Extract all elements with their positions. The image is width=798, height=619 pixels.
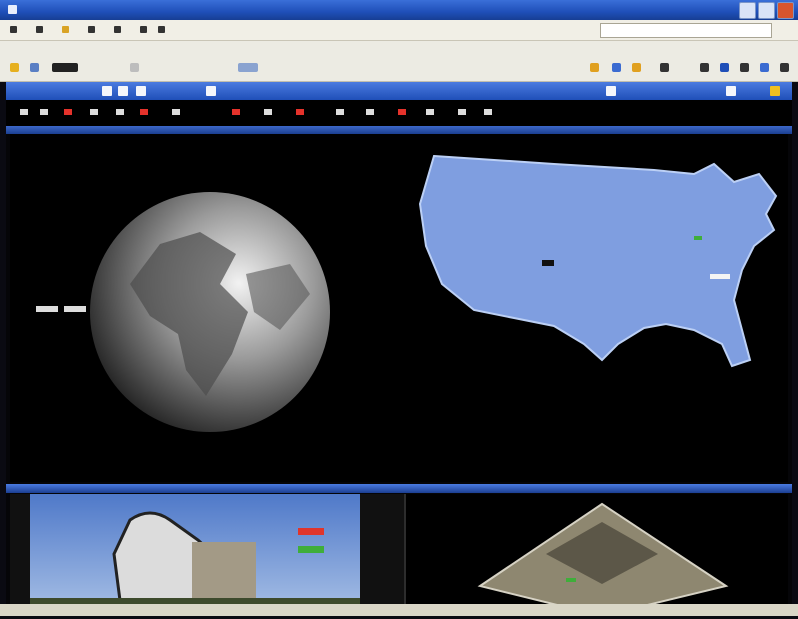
browser-toolbar bbox=[0, 41, 798, 82]
tool-icon[interactable] bbox=[398, 109, 406, 115]
favorites-icon[interactable] bbox=[238, 63, 258, 72]
terrain-panel[interactable] bbox=[406, 494, 788, 618]
app-window bbox=[6, 82, 792, 618]
app-header-bar bbox=[6, 82, 792, 100]
tool-icon[interactable] bbox=[40, 109, 48, 115]
menu-item[interactable] bbox=[62, 26, 69, 33]
toolbar-icon[interactable] bbox=[590, 63, 599, 72]
panel-divider-bar[interactable] bbox=[6, 484, 792, 493]
window-title-bar bbox=[0, 0, 798, 20]
address-bar[interactable] bbox=[600, 23, 772, 38]
terrain-marker[interactable] bbox=[566, 578, 576, 582]
tool-icon[interactable] bbox=[140, 109, 148, 115]
menu-item[interactable] bbox=[140, 26, 147, 33]
map-panel[interactable] bbox=[404, 134, 788, 482]
forward-icon[interactable] bbox=[30, 63, 39, 72]
tool-icon[interactable] bbox=[296, 109, 304, 115]
usa-landmass bbox=[418, 154, 778, 368]
header-button[interactable] bbox=[606, 86, 616, 96]
tool-icon[interactable] bbox=[116, 109, 124, 115]
usa-map-view[interactable] bbox=[404, 134, 788, 482]
legend-green-swatch bbox=[298, 546, 324, 553]
toolbar-icon[interactable] bbox=[700, 63, 709, 72]
menu-item[interactable] bbox=[36, 26, 43, 33]
toolbar-icon[interactable] bbox=[760, 63, 769, 72]
app-icon bbox=[8, 5, 17, 14]
globe-3d-view[interactable] bbox=[10, 134, 404, 482]
window-controls bbox=[739, 2, 794, 19]
header-button[interactable] bbox=[102, 86, 112, 96]
photo-panel[interactable] bbox=[10, 494, 406, 618]
menu-item[interactable] bbox=[158, 26, 165, 33]
3d-terrain-view[interactable] bbox=[406, 494, 788, 618]
minimize-button[interactable] bbox=[739, 2, 756, 19]
tool-icon[interactable] bbox=[20, 109, 28, 115]
header-button[interactable] bbox=[136, 86, 146, 96]
menu-item[interactable] bbox=[88, 26, 95, 33]
tool-icon[interactable] bbox=[426, 109, 434, 115]
home-icon[interactable] bbox=[130, 63, 139, 72]
tool-icon[interactable] bbox=[264, 109, 272, 115]
radar-dome-photo bbox=[30, 494, 360, 618]
header-button[interactable] bbox=[726, 86, 736, 96]
header-button[interactable] bbox=[118, 86, 128, 96]
status-bar bbox=[0, 604, 798, 616]
map-marker[interactable] bbox=[694, 236, 702, 240]
alert-icon[interactable] bbox=[770, 86, 780, 96]
toolbar-icon[interactable] bbox=[720, 63, 729, 72]
toolbar-icon[interactable] bbox=[740, 63, 749, 72]
toolbar-icon[interactable] bbox=[780, 63, 789, 72]
menu-bar bbox=[0, 20, 798, 41]
menu-item[interactable] bbox=[10, 26, 17, 33]
header-button[interactable] bbox=[206, 86, 216, 96]
map-marker[interactable] bbox=[542, 260, 554, 266]
map-marker[interactable] bbox=[710, 274, 730, 279]
globe-marker[interactable] bbox=[64, 306, 86, 312]
tool-icon[interactable] bbox=[366, 109, 374, 115]
menu-item[interactable] bbox=[114, 26, 121, 33]
globe-marker[interactable] bbox=[36, 306, 58, 312]
tool-icon[interactable] bbox=[64, 109, 72, 115]
toolbar-icon[interactable] bbox=[660, 63, 669, 72]
close-button[interactable] bbox=[777, 2, 794, 19]
globe-panel[interactable] bbox=[10, 134, 404, 482]
refresh-icon[interactable] bbox=[52, 63, 78, 72]
panel-tab-strip bbox=[6, 126, 792, 134]
toolbar-icon[interactable] bbox=[632, 63, 641, 72]
tool-icon[interactable] bbox=[458, 109, 466, 115]
tool-icon[interactable] bbox=[484, 109, 492, 115]
back-icon[interactable] bbox=[10, 63, 19, 72]
tool-icon[interactable] bbox=[232, 109, 240, 115]
tool-icon[interactable] bbox=[336, 109, 344, 115]
maximize-button[interactable] bbox=[758, 2, 775, 19]
tool-icon[interactable] bbox=[90, 109, 98, 115]
tool-icon[interactable] bbox=[172, 109, 180, 115]
app-toolbar bbox=[6, 100, 792, 126]
toolbar-icon[interactable] bbox=[612, 63, 621, 72]
legend-red-swatch bbox=[298, 528, 324, 535]
